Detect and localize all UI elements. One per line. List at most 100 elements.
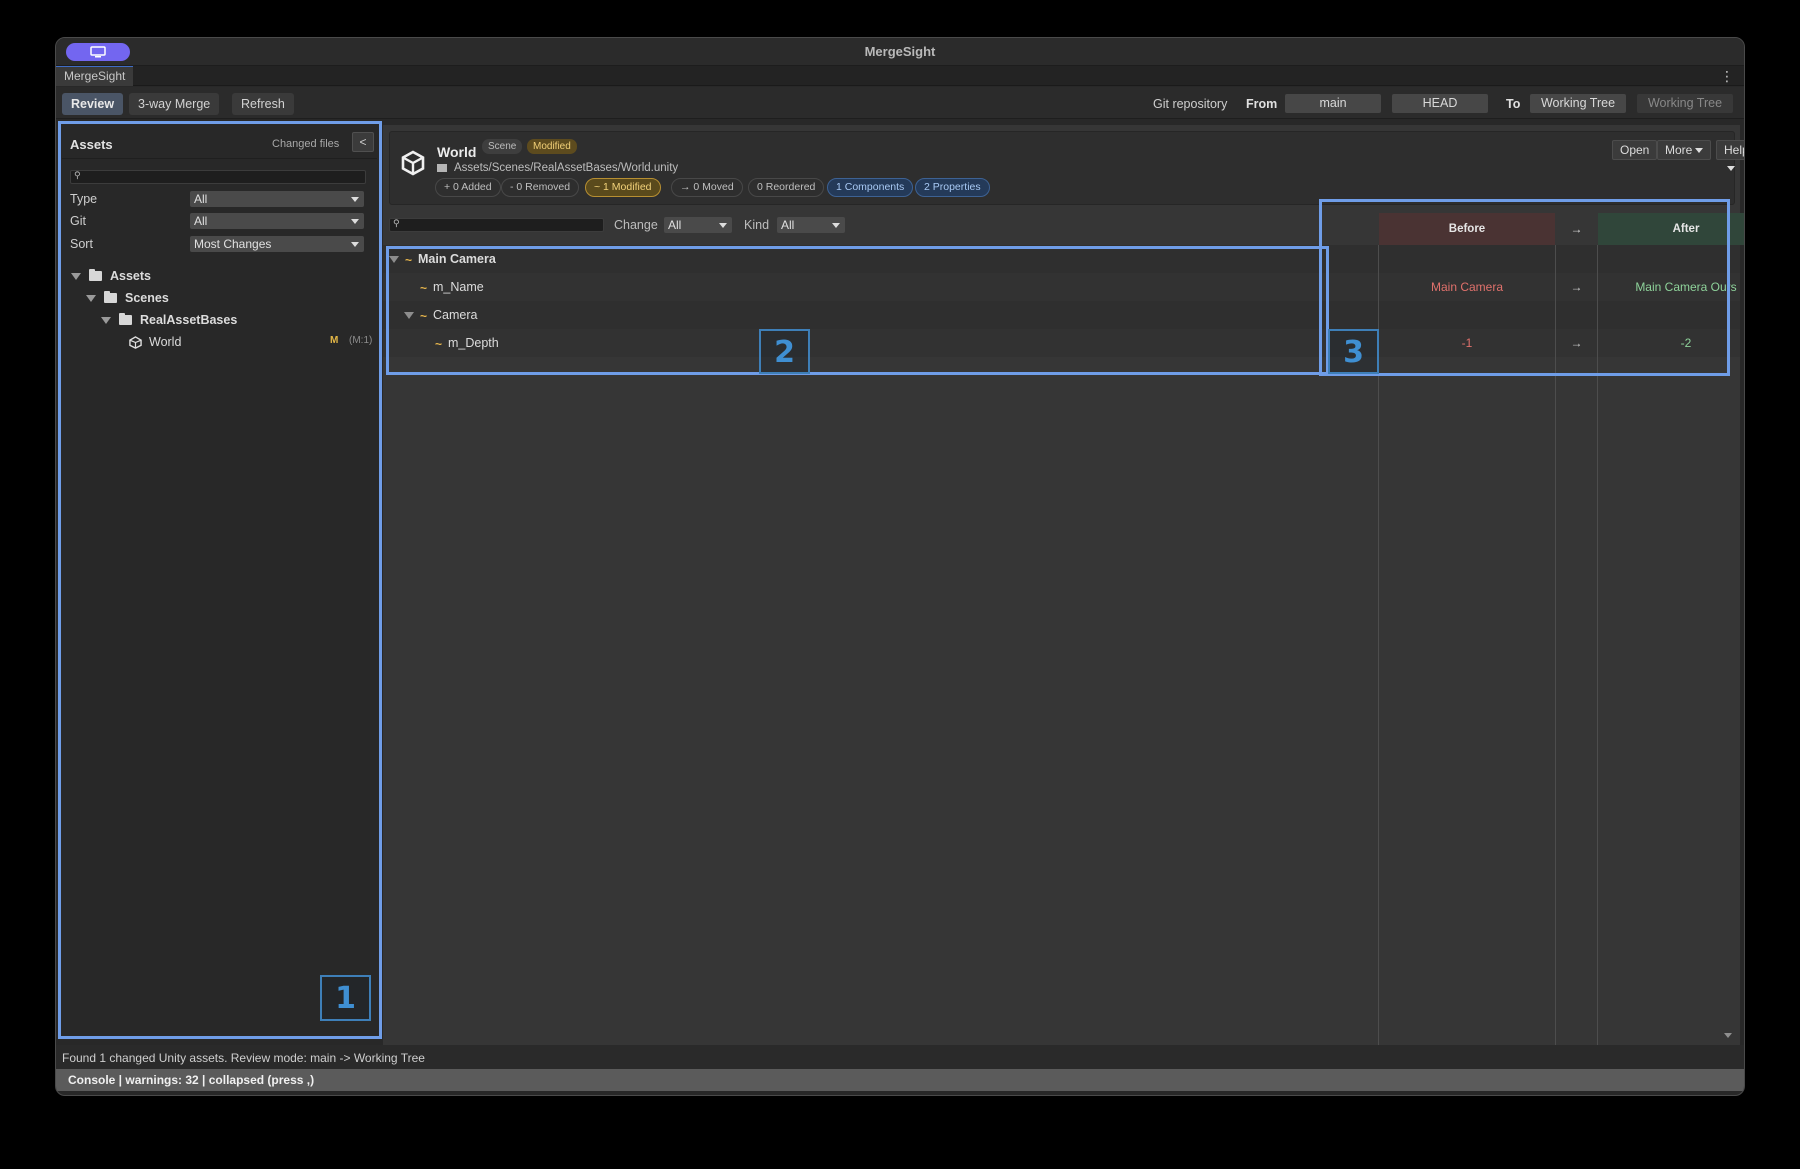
asset-path: Assets/Scenes/RealAssetBases/World.unity xyxy=(437,162,678,174)
title-bar: MergeSight xyxy=(56,38,1744,66)
help-button-label: Help xyxy=(1724,143,1744,157)
arrow-column-header: → xyxy=(1556,213,1597,245)
assets-panel: Assets Changed files < ⚲ Type All Git Al… xyxy=(62,125,377,1045)
chip-modified[interactable]: ~ 1 Modified xyxy=(585,178,661,197)
dropdown-caret-icon xyxy=(351,242,359,247)
chip-reordered[interactable]: 0 Reordered xyxy=(748,178,825,197)
sort-select[interactable]: Most Changes xyxy=(190,236,364,252)
expand-triangle-icon[interactable] xyxy=(86,294,96,302)
expand-triangle-icon[interactable] xyxy=(389,256,399,263)
chevron-down-icon xyxy=(1695,148,1704,154)
assets-search-input[interactable]: ⚲ xyxy=(70,170,366,184)
expand-triangle-icon[interactable] xyxy=(101,316,111,324)
folder-icon xyxy=(89,269,102,281)
row-name: m_Name xyxy=(433,280,484,294)
expand-triangle-icon[interactable] xyxy=(404,312,414,319)
tree-item-realassetbases[interactable]: RealAssetBases xyxy=(101,310,237,330)
chip-properties[interactable]: 2 Properties xyxy=(915,178,990,197)
row-name: m_Depth xyxy=(448,336,499,350)
three-way-merge-button[interactable]: 3-way Merge xyxy=(129,93,220,115)
before-column-header: Before xyxy=(1379,213,1555,245)
from-ref-field[interactable]: HEAD xyxy=(1392,94,1488,113)
annotation-number-1: 1 xyxy=(320,975,371,1021)
diff-search-input[interactable]: ⚲ xyxy=(389,218,604,232)
kebab-menu-icon[interactable]: ⋮ xyxy=(1720,68,1734,85)
modified-marker: ~ xyxy=(420,281,428,295)
review-button[interactable]: Review xyxy=(62,93,124,115)
diff-row-m-depth[interactable]: ~ m_Depth -1 → -2 xyxy=(383,329,1740,357)
dropdown-caret-icon xyxy=(351,197,359,202)
refresh-button[interactable]: Refresh xyxy=(232,93,294,115)
collapse-panel-button[interactable]: < xyxy=(352,132,374,152)
after-column-header: After xyxy=(1598,213,1744,245)
chip-components[interactable]: 1 Components xyxy=(827,178,914,197)
chip-moved[interactable]: → 0 Moved xyxy=(671,178,743,197)
expand-triangle-icon[interactable] xyxy=(71,272,81,280)
modified-marker: ~ xyxy=(405,253,413,267)
tab-mergesight[interactable]: MergeSight xyxy=(56,66,134,86)
tree-item-scenes[interactable]: Scenes xyxy=(86,288,169,308)
git-select[interactable]: All xyxy=(190,213,364,229)
chip-added[interactable]: + 0 Added xyxy=(435,178,501,197)
toolbar: Review 3-way Merge Refresh Git repositor… xyxy=(56,87,1744,119)
open-button[interactable]: Open xyxy=(1612,140,1658,160)
modified-marker: ~ xyxy=(420,309,428,323)
assets-panel-header: Assets Changed files < xyxy=(62,125,377,159)
asset-header: World Scene Modified Assets/Scenes/RealA… xyxy=(389,131,1744,205)
folder-icon xyxy=(104,291,117,303)
arrow-right-icon: → xyxy=(1570,280,1583,294)
type-select-value: All xyxy=(194,192,208,206)
diff-row-camera[interactable]: ~ Camera xyxy=(383,301,1740,329)
git-select-value: All xyxy=(194,214,208,228)
scene-tag: Scene xyxy=(482,139,523,154)
modified-marker: ~ xyxy=(435,337,443,351)
from-branch-field[interactable]: main xyxy=(1285,94,1381,113)
change-select[interactable]: All xyxy=(664,217,732,233)
dropdown-caret-icon xyxy=(832,223,840,228)
row-name: Camera xyxy=(433,308,478,322)
diff-scrollbar[interactable] xyxy=(1728,245,1738,1045)
tree-item-label: RealAssetBases xyxy=(140,313,238,327)
column-divider xyxy=(1555,245,1556,1045)
after-value: -2 xyxy=(1680,336,1692,350)
after-value: Main Camera Ours xyxy=(1635,280,1737,294)
filter-sort-label: Sort xyxy=(70,237,93,251)
console-bar[interactable]: Console | warnings: 32 | collapsed (pres… xyxy=(56,1069,1744,1091)
kind-select[interactable]: All xyxy=(777,217,845,233)
tree-item-label: Assets xyxy=(110,269,151,283)
help-button[interactable]: Help xyxy=(1716,140,1744,172)
scroll-down-icon[interactable] xyxy=(1724,1033,1732,1038)
kind-select-value: All xyxy=(781,218,795,232)
chip-removed[interactable]: - 0 Removed xyxy=(501,178,580,197)
diff-panel: World Scene Modified Assets/Scenes/RealA… xyxy=(383,125,1744,1045)
unity-cube-icon xyxy=(129,335,142,349)
asset-path-text: Assets/Scenes/RealAssetBases/World.unity xyxy=(454,162,679,174)
assets-title: Assets xyxy=(70,137,113,152)
chevron-down-icon xyxy=(1727,166,1735,172)
tree-item-assets[interactable]: Assets xyxy=(71,266,151,286)
diff-row-main-camera[interactable]: ~ Main Camera xyxy=(383,245,1740,273)
more-button[interactable]: More xyxy=(1657,140,1712,160)
tree-item-world[interactable]: World xyxy=(129,332,359,352)
kind-label: Kind xyxy=(744,218,770,232)
modified-tag: Modified xyxy=(527,139,577,154)
search-icon: ⚲ xyxy=(74,170,81,180)
status-bar: Found 1 changed Unity assets. Review mod… xyxy=(56,1045,1744,1069)
diff-row-m-name[interactable]: ~ m_Name Main Camera → Main Camera Ours xyxy=(383,273,1740,301)
folder-icon xyxy=(119,313,132,325)
to-ref-field[interactable]: Working Tree xyxy=(1637,94,1733,113)
diff-filter-bar: ⚲ Change All Kind All xyxy=(383,213,1343,237)
git-repository-label: Git repository xyxy=(1153,97,1228,111)
more-button-label: More xyxy=(1665,143,1693,157)
type-select[interactable]: All xyxy=(190,191,364,207)
to-target-field[interactable]: Working Tree xyxy=(1530,94,1626,113)
from-label: From xyxy=(1246,97,1278,111)
filter-type-row: Type All xyxy=(70,190,370,208)
dropdown-caret-icon xyxy=(351,219,359,224)
to-label: To xyxy=(1506,97,1521,111)
change-select-value: All xyxy=(668,218,682,232)
filter-git-label: Git xyxy=(70,214,86,228)
column-divider xyxy=(1597,245,1598,1045)
tab-strip: MergeSight ⋮ xyxy=(56,66,1744,86)
unity-logo-icon xyxy=(401,150,425,176)
